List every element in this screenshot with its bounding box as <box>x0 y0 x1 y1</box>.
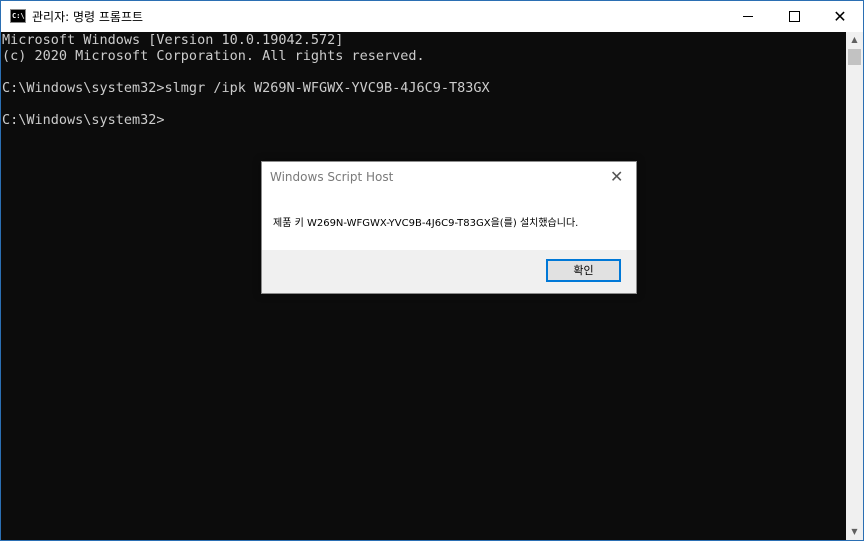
window-title: 관리자: 명령 프롬프트 <box>32 10 144 24</box>
close-icon: ✕ <box>833 6 847 26</box>
dialog-footer: 확인 <box>262 250 636 293</box>
console-prompt-line: C:\Windows\system32> <box>2 112 165 128</box>
vertical-scrollbar[interactable]: ▲ ▼ <box>846 32 863 540</box>
minimize-icon <box>743 16 753 17</box>
close-button[interactable]: ✕ <box>817 1 863 32</box>
scroll-down-icon[interactable]: ▼ <box>846 524 863 540</box>
dialog-title: Windows Script Host <box>270 170 394 184</box>
maximize-button[interactable] <box>771 1 817 32</box>
console-line: (c) 2020 Microsoft Corporation. All righ… <box>2 48 425 64</box>
ok-button[interactable]: 확인 <box>546 259 621 282</box>
script-host-dialog: Windows Script Host ✕ 제품 키 W269N-WFGWX-Y… <box>261 161 637 294</box>
scrollbar-thumb[interactable] <box>848 49 861 65</box>
scroll-up-icon[interactable]: ▲ <box>846 32 863 48</box>
console-line: Microsoft Windows [Version 10.0.19042.57… <box>2 32 344 48</box>
title-bar[interactable]: C:\ 관리자: 명령 프롬프트 ✕ <box>1 1 863 32</box>
cmd-icon: C:\ <box>10 9 26 23</box>
dialog-message: 제품 키 W269N-WFGWX-YVC9B-4J6C9-T83GX을(를) 설… <box>273 218 579 229</box>
maximize-icon <box>788 11 800 22</box>
dialog-close-icon[interactable]: ✕ <box>610 167 623 186</box>
console-line: C:\Windows\system32>slmgr /ipk W269N-WFG… <box>2 80 490 96</box>
minimize-button[interactable] <box>725 1 771 32</box>
